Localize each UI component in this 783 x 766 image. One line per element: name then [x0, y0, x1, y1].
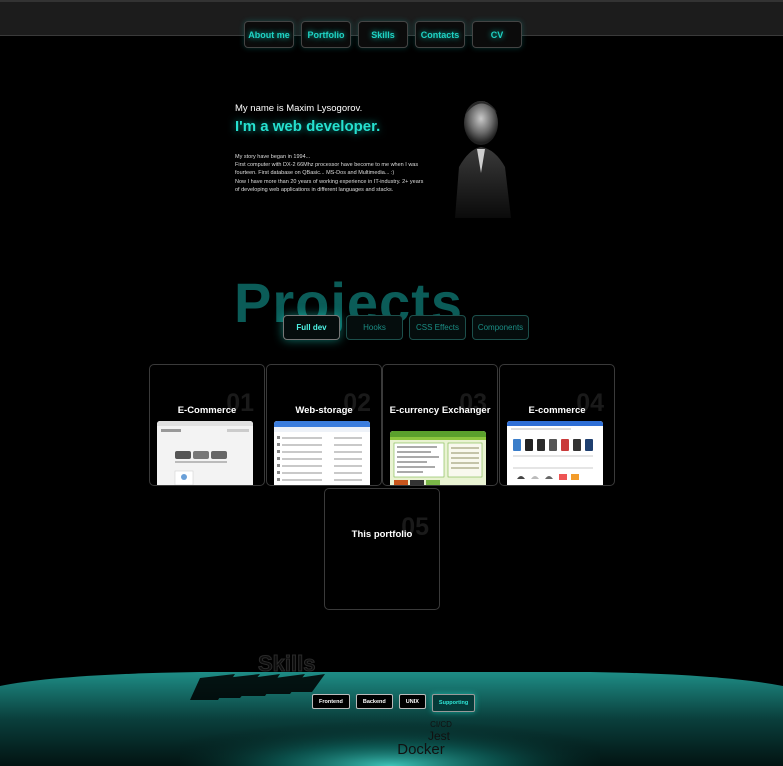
nav-portfolio-button[interactable]: Portfolio [301, 21, 351, 48]
project-card[interactable]: 04 E-commerce [499, 364, 615, 486]
project-card[interactable]: 03 E-currency Exchanger [382, 364, 498, 486]
project-screenshot [507, 421, 603, 485]
skills-tabs: Frontend Backend UNIX Supporting [312, 694, 476, 712]
filter-hooks-button[interactable]: Hooks [346, 315, 403, 340]
intro-story-line: My story have began in 1994... [235, 154, 311, 160]
project-card[interactable]: 01 E-Commerce [149, 364, 265, 486]
skills-title: Skills [257, 651, 316, 677]
filter-components-button[interactable]: Components [472, 315, 529, 340]
nav-contacts-button[interactable]: Contacts [415, 21, 465, 48]
intro-role: I'm a web developer. [235, 118, 381, 135]
project-card-title: This portfolio [351, 529, 413, 540]
intro-story-line: Now I have more than 20 years of working… [235, 178, 424, 193]
nav-skills-button[interactable]: Skills [358, 21, 408, 48]
project-card[interactable]: 02 Web-storage [266, 364, 382, 486]
project-screenshot [390, 431, 486, 485]
intro-story-line: First computer with DX-2 66Mhz processor… [235, 162, 419, 177]
skills-tab-supporting[interactable]: Supporting [431, 694, 476, 712]
skills-tab-backend[interactable]: Backend [355, 694, 393, 709]
project-screenshot [274, 421, 370, 485]
project-card-title: E-commerce [528, 405, 586, 416]
project-card-title: Web-storage [295, 405, 353, 416]
skills-tab-unix[interactable]: UNIX [398, 694, 426, 709]
skills-tab-frontend[interactable]: Frontend [312, 694, 350, 709]
project-card-title: E-Commerce [177, 405, 237, 416]
intro-name: My name is Maxim Lysogorov. [235, 103, 363, 114]
intro-story: My story have began in 1994... First com… [235, 153, 425, 194]
intro-section: My name is Maxim Lysogorov. I'm a web de… [235, 103, 425, 194]
filter-full-dev-button[interactable]: Full dev [283, 315, 340, 340]
main-nav: About me Portfolio Skills Contacts CV [244, 21, 522, 48]
filter-css-effects-button[interactable]: CSS Effects [409, 315, 466, 340]
skill-item: CI/CD [430, 720, 452, 729]
portrait-photo [441, 85, 513, 218]
project-card[interactable]: 05 This portfolio [324, 488, 440, 610]
skill-item: Docker [397, 741, 445, 758]
project-screenshot [157, 421, 253, 485]
nav-about-button[interactable]: About me [244, 21, 294, 48]
nav-cv-button[interactable]: CV [472, 21, 522, 48]
project-filters: Full dev Hooks CSS Effects Components [283, 315, 529, 340]
project-card-title: E-currency Exchanger [389, 405, 491, 416]
